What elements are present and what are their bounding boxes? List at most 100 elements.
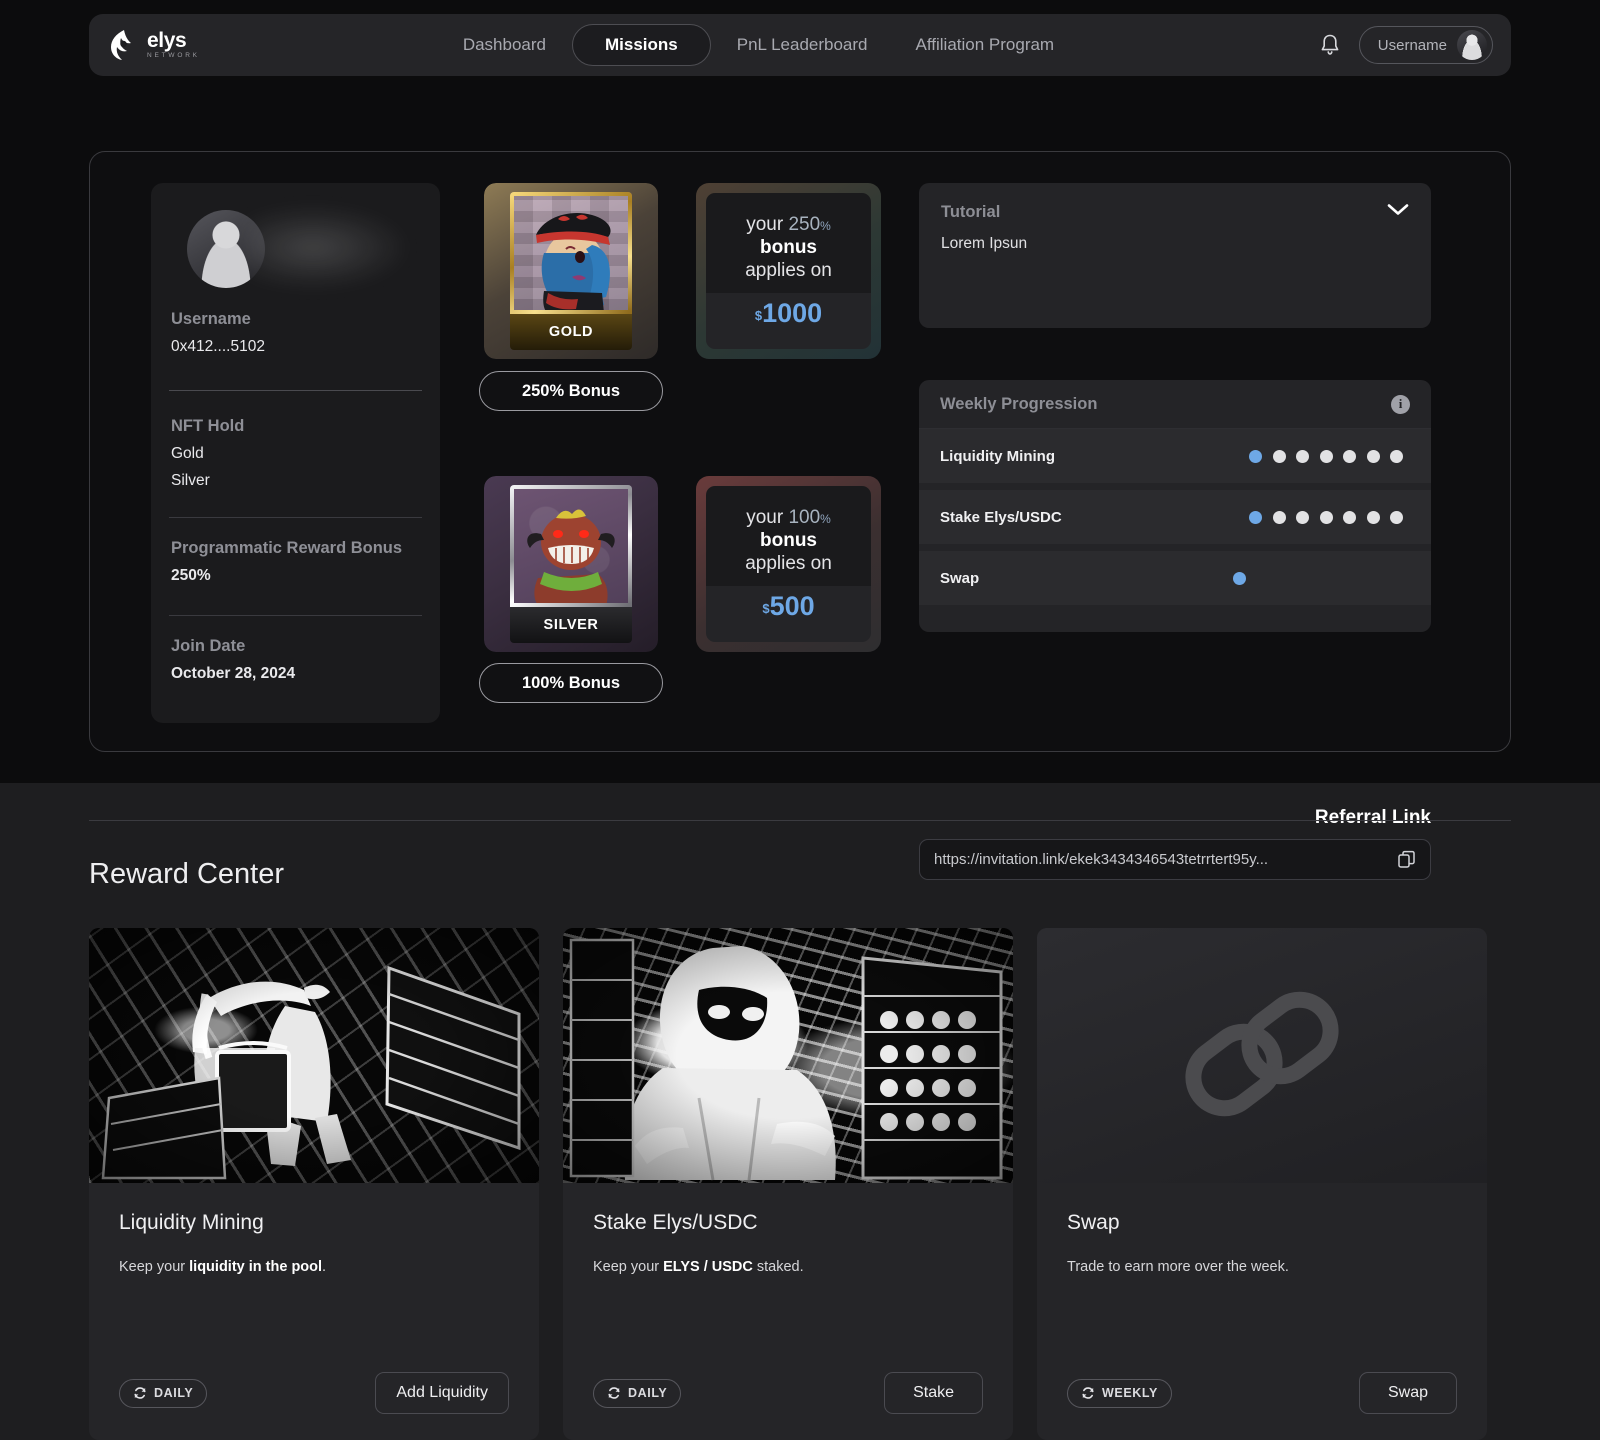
progress-dot-empty (1390, 510, 1403, 524)
weekly-progression-title: Weekly Progression (940, 394, 1098, 413)
reward-card-stake: Stake Elys/USDC Keep your ELYS / USDC st… (563, 928, 1013, 1440)
profile-avatar-glow (247, 205, 412, 290)
reward-card-body-swap: Swap Trade to earn more over the week. (1037, 1183, 1487, 1372)
nft-art-gold (510, 192, 632, 314)
nav-item-missions[interactable]: Missions (572, 24, 711, 66)
bonus-silver-amount: $500 (762, 591, 814, 622)
reward-card-name: Liquidity Mining (119, 1211, 264, 1234)
profile-avatar (187, 210, 265, 288)
reward-card-image-vignette (563, 928, 1013, 1183)
progress-dot-empty (1319, 510, 1333, 524)
user-menu-button[interactable]: Username (1358, 26, 1493, 64)
profile-username-block: Username 0x412....5102 (169, 310, 422, 356)
nft-card-silver-frame: SILVER (484, 476, 658, 652)
bonus-silver-amount-value: 500 (769, 591, 815, 621)
elys-logo-icon (111, 30, 131, 60)
progress-dot-filled (1233, 571, 1246, 585)
bonus-silver-line1: your 100% (746, 507, 831, 529)
bonus-box-gold: your 250% bonus applies on $1000 (696, 183, 881, 359)
reward-card-image-liquidity-mining (89, 928, 539, 1183)
weekly-row-dots (1249, 510, 1403, 524)
weekly-row-stake: Stake Elys/USDC (919, 490, 1431, 544)
progress-dot-empty (1319, 449, 1333, 463)
profile-nft-hold-silver: Silver (171, 472, 210, 489)
tutorial-title: Tutorial (941, 203, 1001, 221)
brand-logo[interactable]: elys NETWORK (109, 29, 200, 61)
profile-nft-hold-block: NFT Hold Gold Silver (169, 417, 422, 490)
bell-icon[interactable] (1319, 33, 1341, 57)
frequency-badge-daily: DAILY (119, 1378, 208, 1408)
frequency-badge-label: WEEKLY (1102, 1386, 1158, 1400)
add-liquidity-button[interactable]: Add Liquidity (375, 1372, 509, 1414)
reward-card-body-stake: Stake Elys/USDC Keep your ELYS / USDC st… (563, 1183, 1013, 1372)
stake-button[interactable]: Stake (884, 1372, 983, 1414)
chevron-down-icon[interactable] (1387, 203, 1409, 216)
progress-dot-empty (1343, 510, 1356, 524)
referral-link-url: https://invitation.link/ekek3434346543te… (934, 851, 1269, 868)
reward-card-description: Keep your ELYS / USDC staked. (593, 1259, 983, 1275)
bonus-silver-currency: $ (762, 601, 770, 616)
refresh-icon (1082, 1387, 1094, 1399)
nft-card-silver-inner: SILVER (510, 485, 632, 643)
tutorial-body: Lorem Ipsun (941, 235, 1028, 252)
swap-button[interactable]: Swap (1358, 1372, 1457, 1414)
reward-center-divider (89, 820, 1511, 821)
progress-dot-empty (1390, 449, 1403, 463)
nav-item-affiliation-program[interactable]: Affiliation Program (894, 24, 1077, 66)
progress-dot-empty (1366, 510, 1380, 524)
weekly-progression-header: Weekly Progression i (919, 380, 1431, 429)
bonus-silver-line3: applies on (745, 553, 832, 574)
reward-desc-suffix: . (322, 1259, 327, 1275)
bonus-box-silver-inner: your 100% bonus applies on $500 (706, 486, 871, 642)
silver-bonus-button[interactable]: 100% Bonus (479, 663, 663, 703)
reward-card-image-vignette (89, 928, 539, 1183)
nav-item-dashboard[interactable]: Dashboard (441, 24, 568, 66)
progress-dot-empty (1296, 449, 1309, 463)
frequency-badge-label: DAILY (628, 1386, 668, 1400)
progress-dot-empty (1366, 449, 1380, 463)
reward-card-name: Swap (1067, 1211, 1120, 1234)
bonus-silver-prefix: your (746, 507, 789, 528)
nft-card-gold[interactable]: GOLD (484, 183, 658, 359)
bonus-gold-line2: bonus (760, 237, 817, 258)
nft-tier-label-gold: GOLD (510, 314, 632, 350)
reward-card-name: Stake Elys/USDC (593, 1211, 758, 1234)
weekly-progression-panel: Weekly Progression i Liquidity Mining St… (919, 380, 1431, 632)
nft-character-gold-icon (536, 213, 611, 310)
reward-card-footer-stake: DAILY Stake (563, 1372, 1013, 1440)
nft-card-gold-inner: GOLD (510, 192, 632, 350)
progress-dot-empty (1272, 449, 1286, 463)
nft-card-silver[interactable]: SILVER (484, 476, 658, 652)
chain-link-icon (1185, 991, 1339, 1116)
referral-link-field[interactable]: https://invitation.link/ekek3434346543te… (919, 839, 1431, 880)
bonus-gold-amount: $1000 (755, 298, 822, 329)
referral-link-title: Referral Link (1314, 807, 1431, 828)
frequency-badge-label: DAILY (154, 1386, 194, 1400)
reward-desc-bold: ELYS / USDC (663, 1259, 753, 1275)
brand-name: elys (147, 29, 187, 53)
bonus-gold-prefix: your (746, 214, 789, 235)
info-icon[interactable]: i (1391, 394, 1410, 414)
bonus-gold-percent-sign: % (820, 219, 831, 233)
profile-nft-hold-gold: Gold (171, 445, 204, 462)
profile-divider-3 (169, 615, 422, 616)
reward-card-footer-swap: WEEKLY Swap (1037, 1372, 1487, 1440)
weekly-row-dots (1233, 571, 1246, 585)
reward-card-image-stake (563, 928, 1013, 1183)
bonus-gold-percent: 250 (788, 214, 821, 235)
profile-username-label: Username (171, 310, 251, 328)
weekly-row-label: Stake Elys/USDC (940, 508, 1062, 526)
bonus-box-gold-inner: your 250% bonus applies on $1000 (706, 193, 871, 349)
copy-icon[interactable] (1397, 850, 1416, 869)
reward-desc-prefix: Trade to earn more over the week. (1067, 1259, 1289, 1275)
bonus-gold-amount-value: 1000 (762, 298, 823, 328)
gold-bonus-button[interactable]: 250% Bonus (479, 371, 663, 411)
bonus-gold-line3: applies on (745, 260, 832, 281)
bonus-gold-currency: $ (754, 308, 763, 323)
bonus-gold-line1: your 250% (746, 214, 831, 236)
nav-item-pnl-leaderboard[interactable]: PnL Leaderboard (715, 24, 890, 66)
missions-panel: Username 0x412....5102 NFT Hold Gold Sil… (89, 151, 1511, 880)
progress-dot-filled (1249, 449, 1262, 463)
reward-card-liquidity-mining: Liquidity Mining Keep your liquidity in … (89, 928, 539, 1440)
weekly-row-swap: Swap (919, 551, 1431, 605)
